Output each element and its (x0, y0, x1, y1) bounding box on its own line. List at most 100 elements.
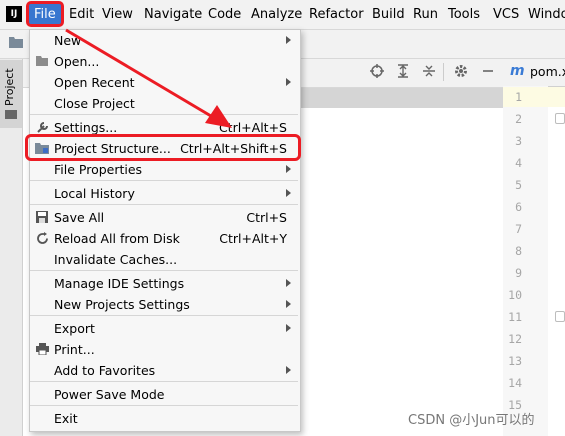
menu-separator (30, 270, 298, 271)
menu-navigate[interactable]: Navigate (144, 0, 202, 29)
menu-item-label: Print... (54, 342, 95, 357)
menu-item-local-history[interactable]: Local History (29, 183, 299, 204)
menu-analyze[interactable]: Analyze (251, 0, 302, 29)
line-number: 1 (515, 90, 522, 104)
menu-item-close-project[interactable]: Close Project (29, 93, 299, 114)
menu-item-reload-all[interactable]: Reload All from Disk Ctrl+Alt+Y (29, 228, 299, 249)
collapse-all-icon[interactable] (421, 64, 437, 80)
submenu-arrow-icon (286, 78, 291, 86)
submenu-arrow-icon (286, 366, 291, 374)
menu-item-print[interactable]: Print... (29, 339, 299, 360)
wrench-icon (35, 121, 49, 135)
menu-item-label: Local History (54, 186, 135, 201)
open-folder-icon (35, 55, 49, 69)
locate-icon[interactable] (369, 64, 385, 80)
menu-item-open[interactable]: Open... (29, 51, 299, 72)
menu-code[interactable]: Code (208, 0, 241, 29)
menu-item-label: New Projects Settings (54, 297, 190, 312)
menu-item-power-save-mode[interactable]: Power Save Mode (29, 384, 299, 405)
submenu-arrow-icon (286, 324, 291, 332)
menu-item-shortcut: Ctrl+S (246, 210, 287, 225)
project-folder-icon (9, 36, 23, 50)
menu-item-add-to-favorites[interactable]: Add to Favorites (29, 360, 299, 381)
menu-item-label: Power Save Mode (54, 387, 165, 402)
menu-item-label: Save All (54, 210, 105, 225)
annotation-box-file (26, 1, 64, 27)
menu-item-shortcut: Ctrl+Alt+S (218, 120, 287, 135)
project-tool-label: Project (3, 68, 16, 106)
fold-marker-icon[interactable] (555, 113, 565, 124)
line-number: 6 (515, 200, 522, 214)
menu-item-label: Open Recent (54, 75, 135, 90)
line-number: 4 (515, 156, 522, 170)
line-number: 11 (508, 310, 522, 324)
line-number: 8 (515, 244, 522, 258)
line-number: 9 (515, 266, 522, 280)
line-number: 14 (508, 376, 522, 390)
menu-item-label: File Properties (54, 162, 143, 177)
menu-separator (30, 315, 298, 316)
menu-item-open-recent[interactable]: Open Recent (29, 72, 299, 93)
menu-item-label: Add to Favorites (54, 363, 156, 378)
menu-item-label: Open... (54, 54, 100, 69)
folder-icon (5, 110, 17, 119)
submenu-arrow-icon (286, 36, 291, 44)
menu-item-label: Manage IDE Settings (54, 276, 185, 291)
annotation-box-project-structure (25, 134, 301, 161)
menu-item-label: Invalidate Caches... (54, 252, 178, 267)
menu-separator (30, 204, 298, 205)
line-number: 3 (515, 134, 522, 148)
intellij-logo-icon: IJ (6, 6, 22, 22)
maven-file-icon: m (510, 63, 525, 79)
watermark: CSDN @小Jun可以的 (408, 413, 535, 428)
menu-item-label: Reload All from Disk (54, 231, 180, 246)
menu-item-label: Export (54, 321, 95, 336)
editor-tab-pom[interactable]: pom.x (530, 64, 565, 79)
line-number: 5 (515, 178, 522, 192)
line-number: 10 (508, 288, 522, 302)
menu-item-new[interactable]: New (29, 30, 299, 51)
menu-separator (30, 381, 298, 382)
menu-item-invalidate-caches[interactable]: Invalidate Caches... (29, 249, 299, 270)
menu-build[interactable]: Build (372, 0, 405, 29)
menu-bar: IJ File Edit View Navigate Code Analyze … (0, 0, 565, 30)
toolbar-divider (443, 63, 444, 81)
menu-item-exit[interactable]: Exit (29, 408, 299, 429)
menu-vcs[interactable]: VCS (493, 0, 519, 29)
menu-item-label: Close Project (54, 96, 135, 111)
menu-item-label: New (54, 33, 82, 48)
submenu-arrow-icon (286, 279, 291, 287)
selected-tree-row[interactable] (300, 88, 503, 108)
submenu-arrow-icon (286, 165, 291, 173)
hide-icon[interactable] (480, 64, 496, 80)
reload-icon (35, 232, 49, 246)
expand-all-icon[interactable] (395, 64, 411, 80)
menu-item-manage-ide-settings[interactable]: Manage IDE Settings (29, 273, 299, 294)
line-number: 7 (515, 222, 522, 236)
submenu-arrow-icon (286, 300, 291, 308)
menu-item-export[interactable]: Export (29, 318, 299, 339)
line-number: 12 (508, 332, 522, 346)
menu-separator (30, 405, 298, 406)
submenu-arrow-icon (286, 189, 291, 197)
menu-separator (30, 114, 298, 115)
line-number: 13 (508, 354, 522, 368)
menu-edit[interactable]: Edit (69, 0, 94, 29)
menu-item-save-all[interactable]: Save All Ctrl+S (29, 207, 299, 228)
printer-icon (35, 343, 49, 357)
gear-icon[interactable] (453, 64, 469, 80)
line-number: 2 (515, 112, 522, 126)
menu-tools[interactable]: Tools (448, 0, 480, 29)
menu-refactor[interactable]: Refactor (309, 0, 364, 29)
menu-separator (30, 180, 298, 181)
menu-run[interactable]: Run (413, 0, 438, 29)
save-icon (35, 211, 49, 225)
menu-item-label: Settings... (54, 120, 118, 135)
menu-item-label: Exit (54, 411, 78, 426)
menu-item-shortcut: Ctrl+Alt+Y (219, 231, 287, 246)
menu-item-new-projects-settings[interactable]: New Projects Settings (29, 294, 299, 315)
fold-marker-icon[interactable] (555, 311, 565, 322)
menu-item-file-properties[interactable]: File Properties (29, 159, 299, 180)
menu-view[interactable]: View (102, 0, 133, 29)
menu-window[interactable]: Windo (528, 0, 565, 29)
